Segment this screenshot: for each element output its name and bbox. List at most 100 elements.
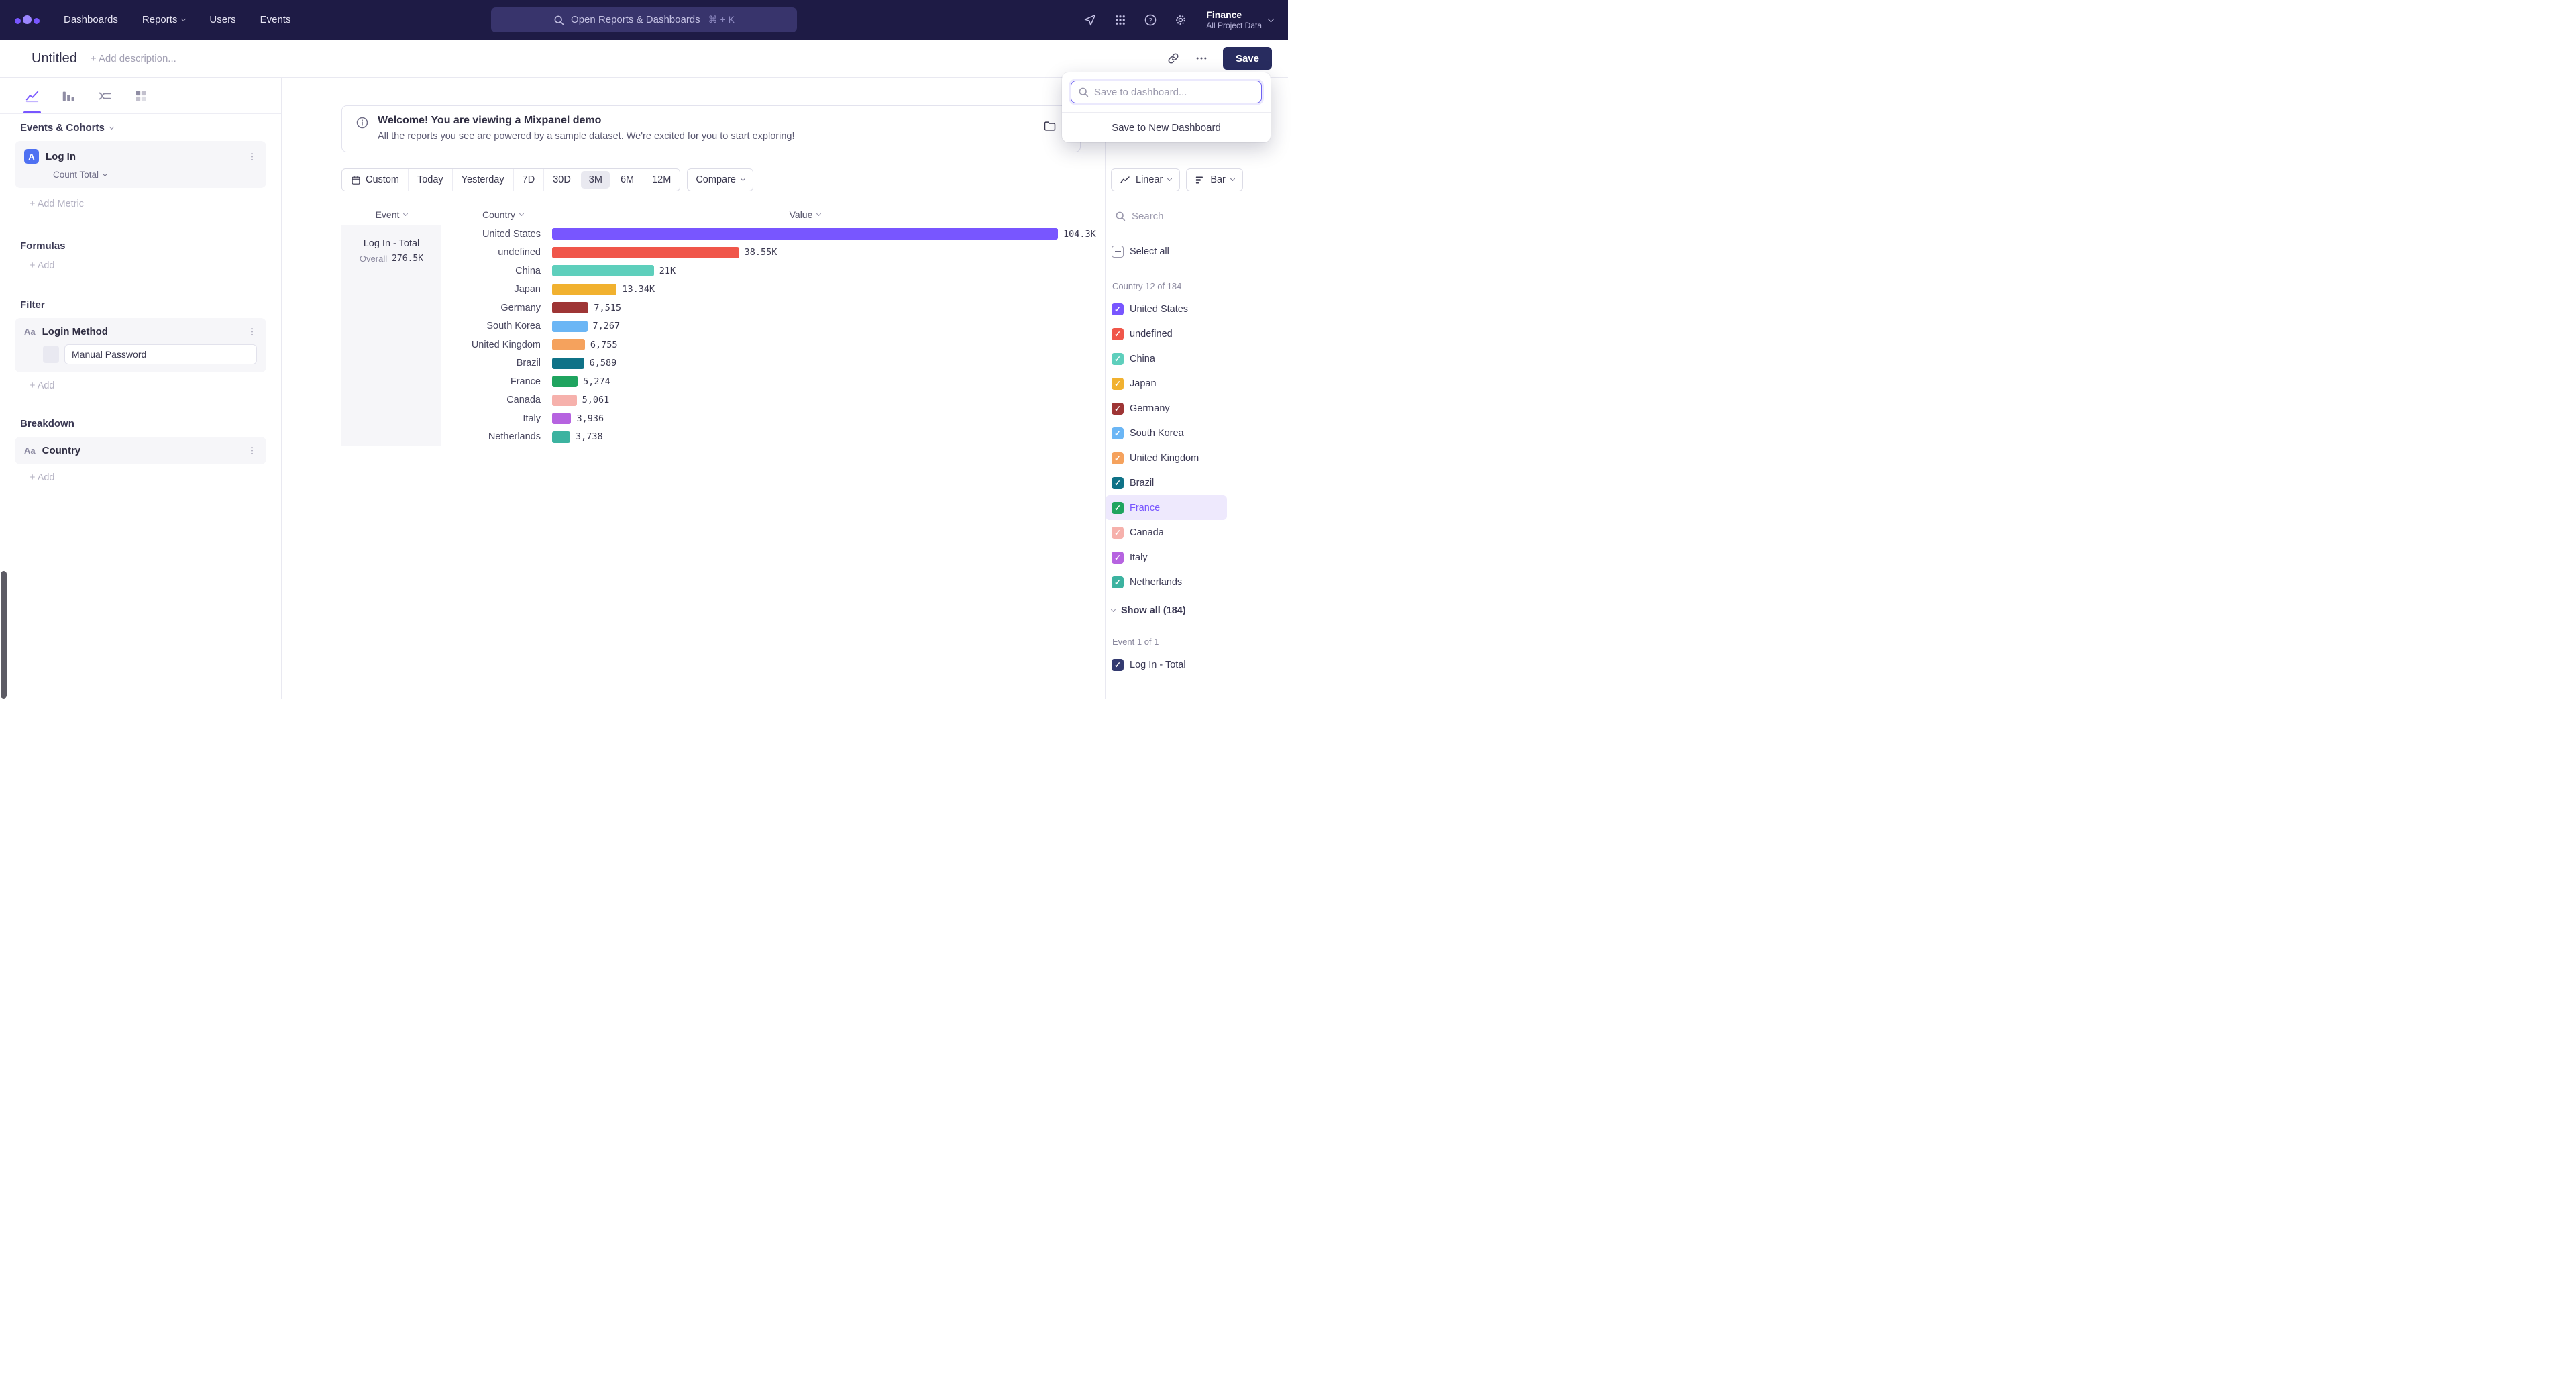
country-checkbox[interactable]: ✓ [1112, 353, 1124, 365]
range-button-12m[interactable]: 12M [643, 169, 680, 191]
nav-item-users[interactable]: Users [209, 14, 235, 25]
bar-segment[interactable] [552, 431, 570, 443]
filter-operator[interactable]: = [43, 346, 59, 363]
country-checkbox[interactable]: ✓ [1112, 427, 1124, 439]
nav-item-events[interactable]: Events [260, 14, 291, 25]
more-options-icon[interactable] [1195, 52, 1208, 65]
country-checkbox[interactable]: ✓ [1112, 527, 1124, 539]
country-item-canada[interactable]: ✓Canada [1106, 520, 1288, 545]
bar-segment[interactable] [552, 302, 588, 313]
country-item-united-kingdom[interactable]: ✓United Kingdom [1106, 446, 1288, 470]
range-button-7d[interactable]: 7D [513, 169, 544, 191]
project-switcher[interactable]: Finance All Project Data [1206, 9, 1273, 30]
range-button-6m[interactable]: 6M [611, 169, 643, 191]
legend-search[interactable] [1115, 206, 1279, 226]
country-item-united-states[interactable]: ✓United States [1106, 297, 1288, 321]
event-series-cell[interactable]: Log In - Total Overall 276.5K [341, 225, 441, 446]
apps-grid-icon[interactable] [1113, 13, 1128, 28]
events-cohorts-section-title[interactable]: Events & Cohorts [20, 122, 266, 134]
bar-segment[interactable] [552, 265, 654, 276]
send-icon[interactable] [1083, 13, 1097, 28]
insights-tab-icon[interactable] [23, 87, 42, 105]
bar-segment[interactable] [552, 284, 616, 295]
aggregation-selector[interactable]: Count Total [53, 170, 257, 180]
filter-value-field[interactable]: Manual Password [64, 344, 257, 364]
country-checkbox[interactable]: ✓ [1112, 502, 1124, 514]
bar-segment[interactable] [552, 376, 578, 387]
scale-selector-button[interactable]: Linear [1111, 168, 1180, 191]
add-filter-button[interactable]: + Add [30, 380, 266, 391]
country-checkbox[interactable]: ✓ [1112, 477, 1124, 489]
bar-segment[interactable] [552, 228, 1058, 240]
add-formula-button[interactable]: + Add [30, 260, 266, 271]
save-button[interactable]: Save [1223, 47, 1272, 70]
copy-link-icon[interactable] [1167, 52, 1180, 65]
bar-segment[interactable] [552, 395, 577, 406]
show-all-button[interactable]: Show all (184) [1112, 605, 1288, 616]
range-button-custom[interactable]: Custom [342, 169, 408, 191]
kebab-menu-icon[interactable] [247, 446, 257, 456]
date-range-segmented-control: CustomTodayYesterday7D30D3M6M12M [341, 168, 680, 191]
event-legend-item[interactable]: ✓ Log In - Total [1106, 652, 1288, 677]
nav-item-reports[interactable]: Reports [142, 14, 186, 25]
bar-track: 104.3K [552, 228, 1058, 240]
bar-category-label: United States [441, 229, 541, 240]
column-header-event[interactable]: Event [341, 209, 441, 220]
country-checkbox[interactable]: ✓ [1112, 378, 1124, 390]
add-description[interactable]: + Add description... [91, 53, 176, 64]
retention-tab-icon[interactable] [131, 87, 150, 105]
save-dashboard-search[interactable] [1071, 81, 1262, 103]
legend-search-input[interactable] [1132, 211, 1279, 222]
country-label: South Korea [1130, 428, 1184, 439]
country-item-germany[interactable]: ✓Germany [1106, 396, 1288, 421]
country-item-japan[interactable]: ✓Japan [1106, 371, 1288, 396]
metric-event-name[interactable]: Log In [46, 151, 76, 162]
bar-segment[interactable] [552, 358, 584, 369]
filter-property-name[interactable]: Login Method [42, 326, 108, 338]
range-button-30d[interactable]: 30D [543, 169, 580, 191]
range-button-3m[interactable]: 3M [581, 171, 610, 189]
country-checkbox[interactable]: ✓ [1112, 576, 1124, 588]
add-metric-button[interactable]: + Add Metric [30, 199, 266, 209]
breakdown-property-name[interactable]: Country [42, 445, 81, 456]
flows-tab-icon[interactable] [95, 87, 114, 105]
add-breakdown-button[interactable]: + Add [30, 472, 266, 483]
help-icon[interactable]: ? [1143, 13, 1158, 28]
funnels-tab-icon[interactable] [59, 87, 78, 105]
country-checkbox[interactable]: ✓ [1112, 452, 1124, 464]
column-header-country[interactable]: Country [441, 209, 541, 220]
scrollbar-thumb[interactable] [1, 571, 7, 698]
bar-segment[interactable] [552, 413, 571, 424]
bar-segment[interactable] [552, 247, 739, 258]
country-item-italy[interactable]: ✓Italy [1106, 545, 1288, 570]
save-to-new-dashboard-button[interactable]: Save to New Dashboard [1062, 113, 1271, 142]
country-item-france[interactable]: ✓France [1106, 495, 1227, 520]
settings-gear-icon[interactable] [1173, 13, 1188, 28]
country-item-china[interactable]: ✓China [1106, 346, 1288, 371]
select-all-row[interactable]: Select all [1112, 244, 1288, 260]
country-checkbox[interactable]: ✓ [1112, 403, 1124, 415]
compare-button[interactable]: Compare [687, 168, 753, 191]
bar-segment[interactable] [552, 339, 585, 350]
country-checkbox[interactable]: ✓ [1112, 552, 1124, 564]
save-dashboard-search-input[interactable] [1094, 87, 1254, 98]
chart-type-selector-button[interactable]: Bar [1186, 168, 1243, 191]
country-checkbox[interactable]: ✓ [1112, 328, 1124, 340]
nav-item-dashboards[interactable]: Dashboards [64, 14, 118, 25]
global-search-button[interactable]: Open Reports & Dashboards ⌘ + K [491, 7, 797, 32]
range-button-today[interactable]: Today [408, 169, 452, 191]
range-button-yesterday[interactable]: Yesterday [452, 169, 513, 191]
country-item-netherlands[interactable]: ✓Netherlands [1106, 570, 1288, 594]
country-checkbox[interactable]: ✓ [1112, 303, 1124, 315]
event-checkbox[interactable]: ✓ [1112, 659, 1124, 671]
mixpanel-logo[interactable] [15, 15, 40, 24]
kebab-menu-icon[interactable] [247, 327, 257, 337]
bar-segment[interactable] [552, 321, 588, 332]
country-item-brazil[interactable]: ✓Brazil [1106, 470, 1288, 495]
country-item-undefined[interactable]: ✓undefined [1106, 321, 1288, 346]
column-header-value[interactable]: Value [552, 209, 1058, 220]
report-title[interactable]: Untitled [32, 51, 77, 66]
country-item-south-korea[interactable]: ✓ South Korea [1106, 421, 1288, 446]
select-all-checkbox[interactable] [1112, 246, 1124, 258]
kebab-menu-icon[interactable] [247, 152, 257, 162]
